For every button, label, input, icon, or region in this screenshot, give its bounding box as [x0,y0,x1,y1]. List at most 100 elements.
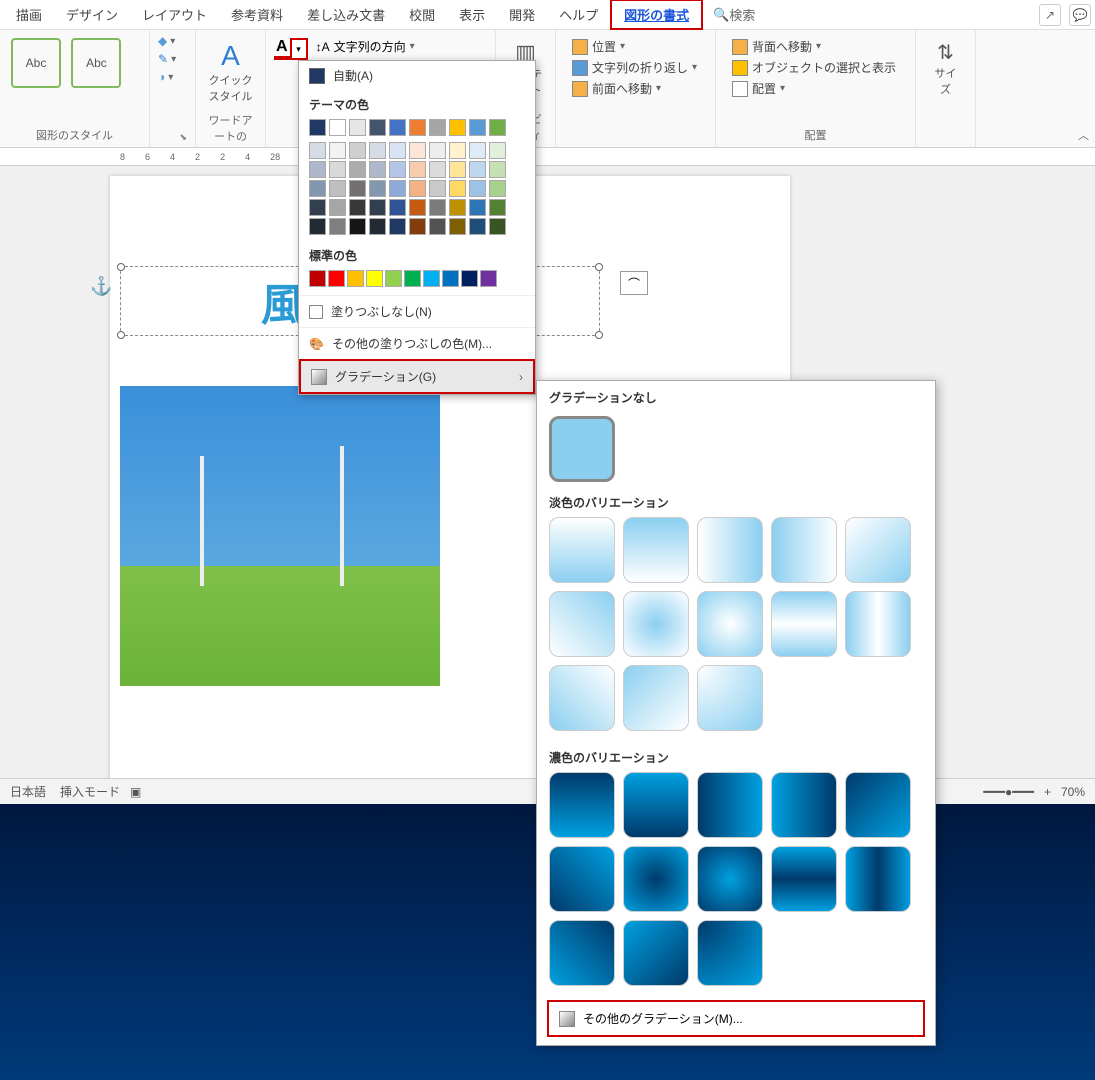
align-button[interactable]: 配置▾ [732,80,899,97]
color-swatch[interactable] [429,199,446,216]
gradient-preset[interactable] [845,517,911,583]
color-swatch[interactable] [309,142,326,159]
menu-shape-format[interactable]: 図形の書式 [610,0,703,30]
gradient-preset[interactable] [549,591,615,657]
zoom-value[interactable]: 70% [1061,785,1085,799]
color-swatch[interactable] [329,180,346,197]
color-swatch[interactable] [449,218,466,235]
color-swatch[interactable] [409,218,426,235]
gradient-preset[interactable] [549,665,615,731]
shape-style-preset-1[interactable]: Abc [11,38,61,88]
color-swatch[interactable] [369,218,386,235]
color-swatch[interactable] [309,161,326,178]
shape-fill-btn[interactable]: ◆▾ [158,34,187,48]
color-swatch[interactable] [389,180,406,197]
color-swatch[interactable] [469,142,486,159]
color-swatch[interactable] [329,199,346,216]
shape-style-preset-2[interactable]: Abc [71,38,121,88]
color-swatch[interactable] [349,180,366,197]
bring-forward-button[interactable]: 前面へ移動▾ [572,80,699,97]
gradient-preset[interactable] [697,591,763,657]
color-swatch[interactable] [385,270,402,287]
color-swatch[interactable] [461,270,478,287]
color-swatch[interactable] [423,270,440,287]
color-swatch[interactable] [469,119,486,136]
color-swatch[interactable] [409,142,426,159]
search-box[interactable]: 🔍 検索 [713,5,755,24]
color-swatch[interactable] [469,218,486,235]
gradient-preset[interactable] [771,591,837,657]
menu-mailings[interactable]: 差し込み文書 [295,1,397,28]
resize-handle[interactable] [117,263,125,271]
shape-outline-btn[interactable]: ✎▾ [158,52,187,66]
color-swatch[interactable] [366,270,383,287]
quick-styles-button[interactable]: A クイック スタイル [204,34,257,110]
color-swatch[interactable] [369,180,386,197]
menu-references[interactable]: 参考資料 [219,1,295,28]
gradient-preset[interactable] [623,920,689,986]
color-swatch[interactable] [349,218,366,235]
gradient-preset[interactable] [549,772,615,838]
gradient-preset[interactable] [623,591,689,657]
gradient-preset[interactable] [771,846,837,912]
gradient-preset[interactable] [623,772,689,838]
gradient-preset[interactable] [771,517,837,583]
color-swatch[interactable] [489,199,506,216]
color-swatch[interactable] [309,119,326,136]
color-swatch[interactable] [329,142,346,159]
gradient-preset[interactable] [697,665,763,731]
menu-developer[interactable]: 開発 [497,1,547,28]
gradient-preset[interactable] [697,772,763,838]
menu-design[interactable]: デザイン [54,1,130,28]
color-auto[interactable]: 自動(A) [299,61,535,90]
gradient-preset[interactable] [549,846,615,912]
color-swatch[interactable] [409,119,426,136]
color-swatch[interactable] [429,142,446,159]
color-swatch[interactable] [369,142,386,159]
resize-handle[interactable] [595,263,603,271]
share-icon[interactable]: ↗ [1039,4,1061,26]
color-swatch[interactable] [389,218,406,235]
color-swatch[interactable] [329,218,346,235]
color-swatch[interactable] [349,199,366,216]
gradient-preset[interactable] [771,772,837,838]
color-swatch[interactable] [329,161,346,178]
color-swatch[interactable] [349,119,366,136]
color-swatch[interactable] [369,119,386,136]
menu-draw[interactable]: 描画 [4,1,54,28]
no-fill-option[interactable]: 塗りつぶしなし(N) [299,295,535,327]
position-button[interactable]: 位置▾ [572,38,699,55]
windmill-photo[interactable] [120,386,440,686]
more-fill-colors-option[interactable]: 🎨 その他の塗りつぶしの色(M)... [299,327,535,359]
gradient-preset[interactable] [697,846,763,912]
text-fill-dropdown[interactable]: ▾ [290,38,308,60]
shape-effects-btn[interactable]: ◑▾ [158,70,187,84]
status-macro-icon[interactable]: ▣ [130,785,141,799]
color-swatch[interactable] [409,161,426,178]
color-swatch[interactable] [328,270,345,287]
more-gradients-option[interactable]: その他のグラデーション(M)... [547,1000,925,1037]
color-swatch[interactable] [489,161,506,178]
zoom-slider[interactable]: ━━━●━━━ [983,785,1034,799]
color-swatch[interactable] [409,199,426,216]
color-swatch[interactable] [389,119,406,136]
color-swatch[interactable] [309,180,326,197]
gradient-preset[interactable] [697,517,763,583]
gradient-preset[interactable] [549,517,615,583]
color-swatch[interactable] [349,161,366,178]
gradient-preset[interactable] [623,517,689,583]
color-swatch[interactable] [309,199,326,216]
color-swatch[interactable] [480,270,497,287]
menu-review[interactable]: 校閲 [397,1,447,28]
color-swatch[interactable] [469,180,486,197]
gradient-preset[interactable] [845,772,911,838]
gradient-preset[interactable] [845,846,911,912]
color-swatch[interactable] [404,270,421,287]
comments-icon[interactable]: 💬 [1069,4,1091,26]
status-insert-mode[interactable]: 挿入モード [60,783,120,800]
color-swatch[interactable] [489,142,506,159]
send-backward-button[interactable]: 背面へ移動▾ [732,38,899,55]
color-swatch[interactable] [389,199,406,216]
color-swatch[interactable] [449,161,466,178]
status-language[interactable]: 日本語 [10,783,46,800]
